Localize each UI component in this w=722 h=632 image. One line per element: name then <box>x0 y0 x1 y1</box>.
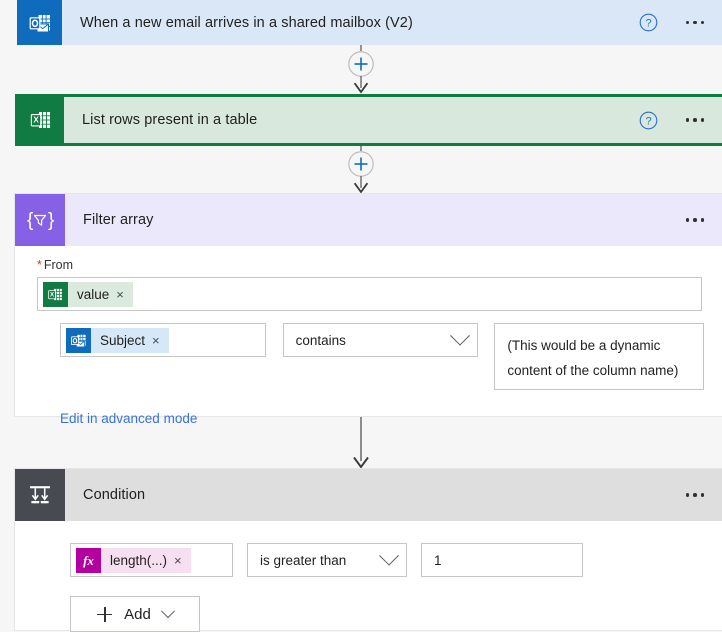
svg-text:X: X <box>33 115 39 125</box>
excel-icon: X <box>43 282 68 307</box>
overflow-menu-button[interactable] <box>682 15 709 31</box>
from-label-text: From <box>44 258 73 272</box>
plus-icon <box>97 607 112 622</box>
from-input[interactable]: X value × <box>37 277 702 311</box>
svg-text:?: ? <box>645 115 651 127</box>
condition-icon <box>15 469 65 521</box>
step-title: Filter array <box>65 194 682 246</box>
remove-token-icon[interactable]: × <box>174 554 191 567</box>
help-icon[interactable]: ? <box>634 111 664 130</box>
add-button-label: Add <box>124 606 151 623</box>
filter-condition-row: Subject × contains (This would be a dyna… <box>37 323 704 390</box>
outlook-icon <box>17 0 62 45</box>
svg-text:X: X <box>50 291 54 298</box>
flow-step-condition[interactable]: Condition fx length(...) <box>15 469 722 630</box>
header-actions: ? <box>634 0 722 45</box>
chevron-down-icon <box>161 604 175 618</box>
filter-operator-dropdown[interactable]: contains <box>283 323 479 357</box>
token-subject[interactable]: Subject × <box>66 328 169 353</box>
flow-step-filter-array[interactable]: { } Filter array *From <box>15 194 722 416</box>
step-title: When a new email arrives in a shared mai… <box>62 0 634 45</box>
connector-plus-2[interactable] <box>0 146 722 194</box>
condition-value-input[interactable]: 1 <box>421 543 583 577</box>
token-label: Subject <box>91 333 152 348</box>
header-actions <box>682 194 722 246</box>
chevron-down-icon <box>379 546 399 566</box>
svg-text:?: ? <box>645 18 651 30</box>
card-header[interactable]: { } Filter array <box>15 194 722 246</box>
flow-canvas: When a new email arrives in a shared mai… <box>0 0 722 630</box>
remove-token-icon[interactable]: × <box>116 288 133 301</box>
from-label: *From <box>37 258 704 272</box>
condition-operator-value: is greater than <box>260 553 346 568</box>
token-value[interactable]: X value × <box>43 282 133 307</box>
filter-right-operand-input[interactable]: (This would be a dynamic content of the … <box>494 323 704 390</box>
flow-step-trigger[interactable]: When a new email arrives in a shared mai… <box>17 0 722 45</box>
condition-body: fx length(...) × is greater than 1 Add <box>15 521 722 632</box>
connector-plus-1[interactable] <box>0 45 722 94</box>
filter-array-icon: { } <box>15 194 65 246</box>
outlook-icon <box>66 328 91 353</box>
card-header[interactable]: When a new email arrives in a shared mai… <box>17 0 722 45</box>
help-icon[interactable]: ? <box>634 13 664 32</box>
card-header[interactable]: X List rows present in a table ? <box>18 97 722 143</box>
step-title: Condition <box>65 469 682 521</box>
required-indicator: * <box>37 258 42 272</box>
filter-operator-value: contains <box>296 333 346 348</box>
chevron-down-icon <box>450 326 470 346</box>
step-title: List rows present in a table <box>64 97 634 143</box>
svg-text:}: } <box>48 210 54 231</box>
overflow-menu-button[interactable] <box>682 487 709 503</box>
edit-advanced-mode-link[interactable]: Edit in advanced mode <box>60 411 197 426</box>
svg-text:{: { <box>27 210 34 231</box>
overflow-menu-button[interactable] <box>682 112 709 128</box>
condition-operator-dropdown[interactable]: is greater than <box>247 543 407 577</box>
function-fx-icon: fx <box>76 548 101 573</box>
token-label: value <box>68 287 116 302</box>
condition-left-operand-input[interactable]: fx length(...) × <box>70 543 233 577</box>
filter-array-body: *From <box>15 246 722 426</box>
add-button[interactable]: Add <box>70 596 200 632</box>
overflow-menu-button[interactable] <box>682 212 709 228</box>
svg-text:fx: fx <box>83 553 94 568</box>
header-actions <box>682 469 722 521</box>
excel-icon: X <box>17 96 64 144</box>
card-header[interactable]: Condition <box>15 469 722 521</box>
token-label: length(...) <box>101 553 174 568</box>
filter-left-operand-input[interactable]: Subject × <box>60 323 266 357</box>
header-actions: ? <box>634 97 722 143</box>
condition-row: fx length(...) × is greater than 1 <box>15 543 722 577</box>
remove-token-icon[interactable]: × <box>152 334 169 347</box>
flow-step-excel[interactable]: X List rows present in a table ? <box>15 94 722 146</box>
token-length-expression[interactable]: fx length(...) × <box>76 548 191 573</box>
